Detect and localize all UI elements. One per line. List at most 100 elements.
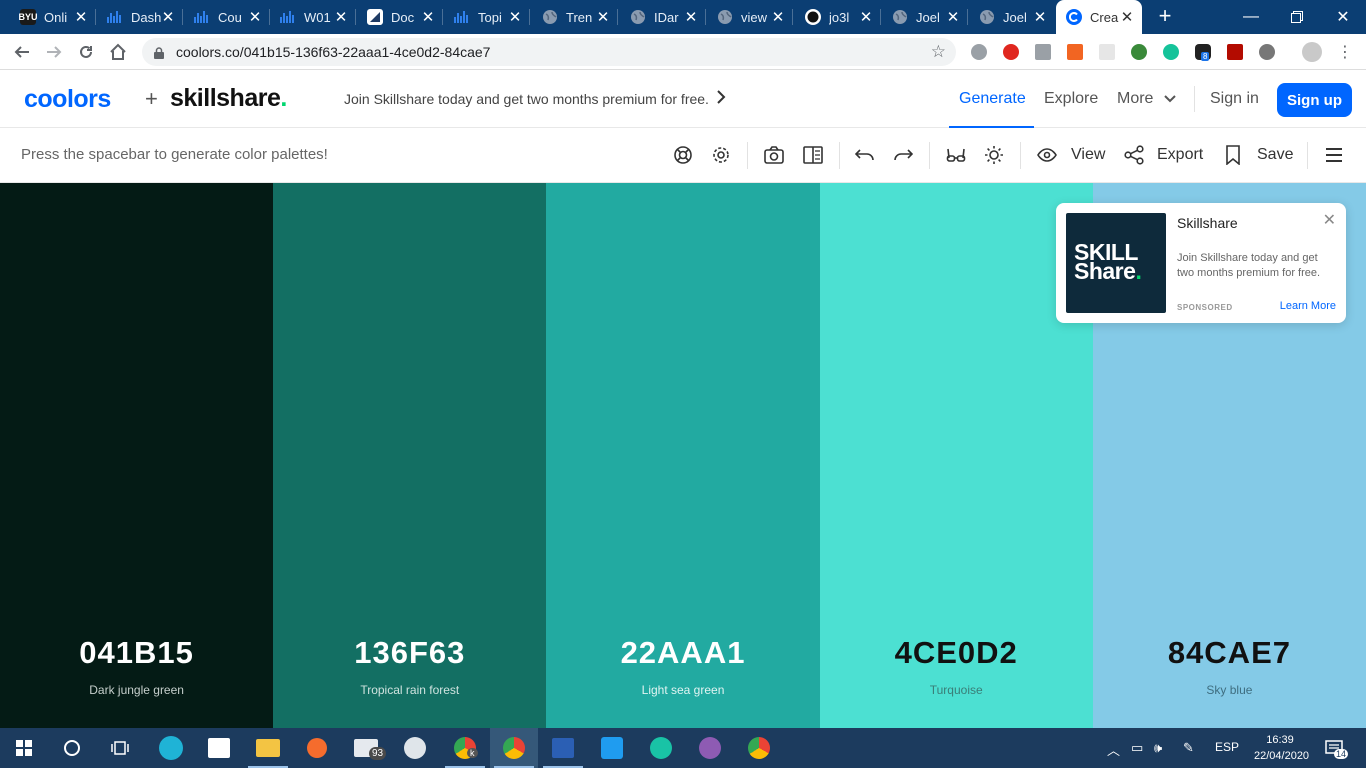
promo-text[interactable]: Join Skillshare today and get two months… [344,91,709,107]
browser-tab[interactable]: Joel ✕ [882,0,968,34]
save-button-label[interactable]: Save [1257,146,1293,164]
taskbar-word[interactable] [539,728,587,768]
browser-tab[interactable]: jo3l ✕ [795,0,881,34]
color-swatch[interactable]: 22AAA1 Light sea green [546,183,820,728]
system-clock[interactable]: 16:39 22/04/2020 [1254,732,1309,764]
nav-explore[interactable]: Explore [1044,90,1098,108]
bookmark-star-icon[interactable]: ☆ [931,42,946,62]
extension-drive-icon[interactable] [1035,44,1051,60]
extension-grid-icon[interactable] [1099,44,1115,60]
tab-close-icon[interactable]: ✕ [946,8,960,26]
eye-icon[interactable] [1035,143,1059,167]
close-window-button[interactable]: ✕ [1320,0,1366,34]
extension-adblock-icon[interactable] [1003,44,1019,60]
taskbar-chrome[interactable] [490,728,538,768]
taskbar-store[interactable] [195,728,243,768]
taskbar-explorer[interactable] [244,728,292,768]
settings-icon[interactable] [709,143,733,167]
tab-close-icon[interactable]: ✕ [1033,8,1047,26]
taskbar-edge[interactable] [147,728,195,768]
glasses-icon[interactable] [944,143,968,167]
network-icon[interactable]: ▭ [1131,740,1143,756]
sponsored-ad-card[interactable]: SKILL Share. Skillshare Join Skillshare … [1056,203,1346,323]
browser-tab[interactable]: Joel ✕ [969,0,1055,34]
tab-close-icon[interactable]: ✕ [1120,8,1134,26]
coolors-logo[interactable]: coolors [24,85,111,114]
browser-tab[interactable]: Doc ✕ [357,0,443,34]
color-swatch[interactable]: 136F63 Tropical rain forest [273,183,547,728]
home-button[interactable] [106,40,130,64]
brightness-icon[interactable] [982,143,1006,167]
taskbar-origin[interactable] [293,728,341,768]
extension-puzzle-icon[interactable]: 8 [1195,44,1211,61]
taskbar-app-e[interactable] [637,728,685,768]
browser-tab[interactable]: W01 ✕ [270,0,356,34]
tab-close-icon[interactable]: ✕ [771,8,785,26]
color-hex-code[interactable]: 4CE0D2 [820,635,1093,671]
pen-icon[interactable]: ✎ [1183,740,1194,756]
tab-close-icon[interactable]: ✕ [248,8,262,26]
browser-tab[interactable]: Cou ✕ [184,0,270,34]
browser-tab[interactable]: Crea ✕ [1056,0,1142,34]
restore-button[interactable] [1274,0,1320,34]
extension-zotero-icon[interactable] [1067,44,1083,60]
help-icon[interactable] [671,143,695,167]
color-hex-code[interactable]: 22AAA1 [546,635,819,671]
undo-icon[interactable] [853,143,877,167]
hamburger-menu-icon[interactable] [1322,143,1346,167]
learn-more-link[interactable]: Learn More [1280,300,1336,312]
browser-menu-icon[interactable]: ⋮ [1333,40,1357,64]
tray-chevron-up-icon[interactable]: ︿ [1107,740,1120,759]
tab-close-icon[interactable]: ✕ [161,8,175,26]
taskbar-chrome-profile[interactable]: k [441,728,489,768]
tab-close-icon[interactable]: ✕ [859,8,873,26]
compare-view-icon[interactable] [801,143,825,167]
browser-tab[interactable]: view ✕ [707,0,793,34]
browser-tab[interactable]: Tren ✕ [532,0,618,34]
color-swatch[interactable]: 4CE0D2 Turquoise [819,183,1093,728]
notification-icon[interactable]: 14 [1325,740,1349,759]
extension-pdf-icon[interactable] [1227,44,1243,60]
tab-close-icon[interactable]: ✕ [596,8,610,26]
browser-tab[interactable]: BYU Onli ✕ [10,0,96,34]
view-button-label[interactable]: View [1071,146,1105,164]
address-bar[interactable]: coolors.co/041b15-136f63-22aaa1-4ce0d2-8… [142,38,956,66]
new-tab-button[interactable]: + [1153,5,1177,29]
signup-button[interactable]: Sign up [1277,83,1352,117]
taskbar-app-cat[interactable] [686,728,734,768]
taskbar-mail[interactable]: 93 [342,728,390,768]
volume-icon[interactable]: 🕪 [1154,740,1162,756]
chevron-right-icon[interactable] [716,88,726,109]
camera-icon[interactable] [762,143,786,167]
search-button[interactable] [48,728,96,768]
nav-more[interactable]: More [1117,90,1176,108]
language-indicator[interactable]: ESP [1215,740,1239,754]
tab-close-icon[interactable]: ✕ [74,8,88,26]
color-hex-code[interactable]: 136F63 [273,635,546,671]
color-hex-code[interactable]: 84CAE7 [1093,635,1366,671]
redo-icon[interactable] [891,143,915,167]
taskbar-vscode[interactable] [588,728,636,768]
extension-globe-icon[interactable] [1131,44,1147,60]
nav-signin[interactable]: Sign in [1210,90,1259,108]
forward-button[interactable] [42,40,66,64]
color-swatch[interactable]: 041B15 Dark jungle green [0,183,274,728]
browser-tab[interactable]: Dash ✕ [97,0,183,34]
skillshare-logo[interactable]: skillshare. [170,84,287,113]
task-view-button[interactable] [96,728,144,768]
tab-close-icon[interactable]: ✕ [508,8,522,26]
skillshare-ad-image[interactable]: SKILL Share. [1066,213,1166,313]
taskbar-steam[interactable] [391,728,439,768]
tab-close-icon[interactable]: ✕ [334,8,348,26]
nav-generate[interactable]: Generate [959,90,1026,108]
extension-grammarly-icon[interactable] [1163,44,1179,60]
close-icon[interactable]: ✕ [1323,210,1336,230]
extension-m-icon[interactable] [971,44,987,60]
minimize-button[interactable]: — [1228,0,1274,34]
export-button-label[interactable]: Export [1157,146,1203,164]
taskbar-chrome-2[interactable] [735,728,783,768]
share-icon[interactable] [1122,143,1146,167]
bookmark-icon[interactable] [1221,143,1245,167]
reload-button[interactable] [74,40,98,64]
color-hex-code[interactable]: 041B15 [0,635,273,671]
